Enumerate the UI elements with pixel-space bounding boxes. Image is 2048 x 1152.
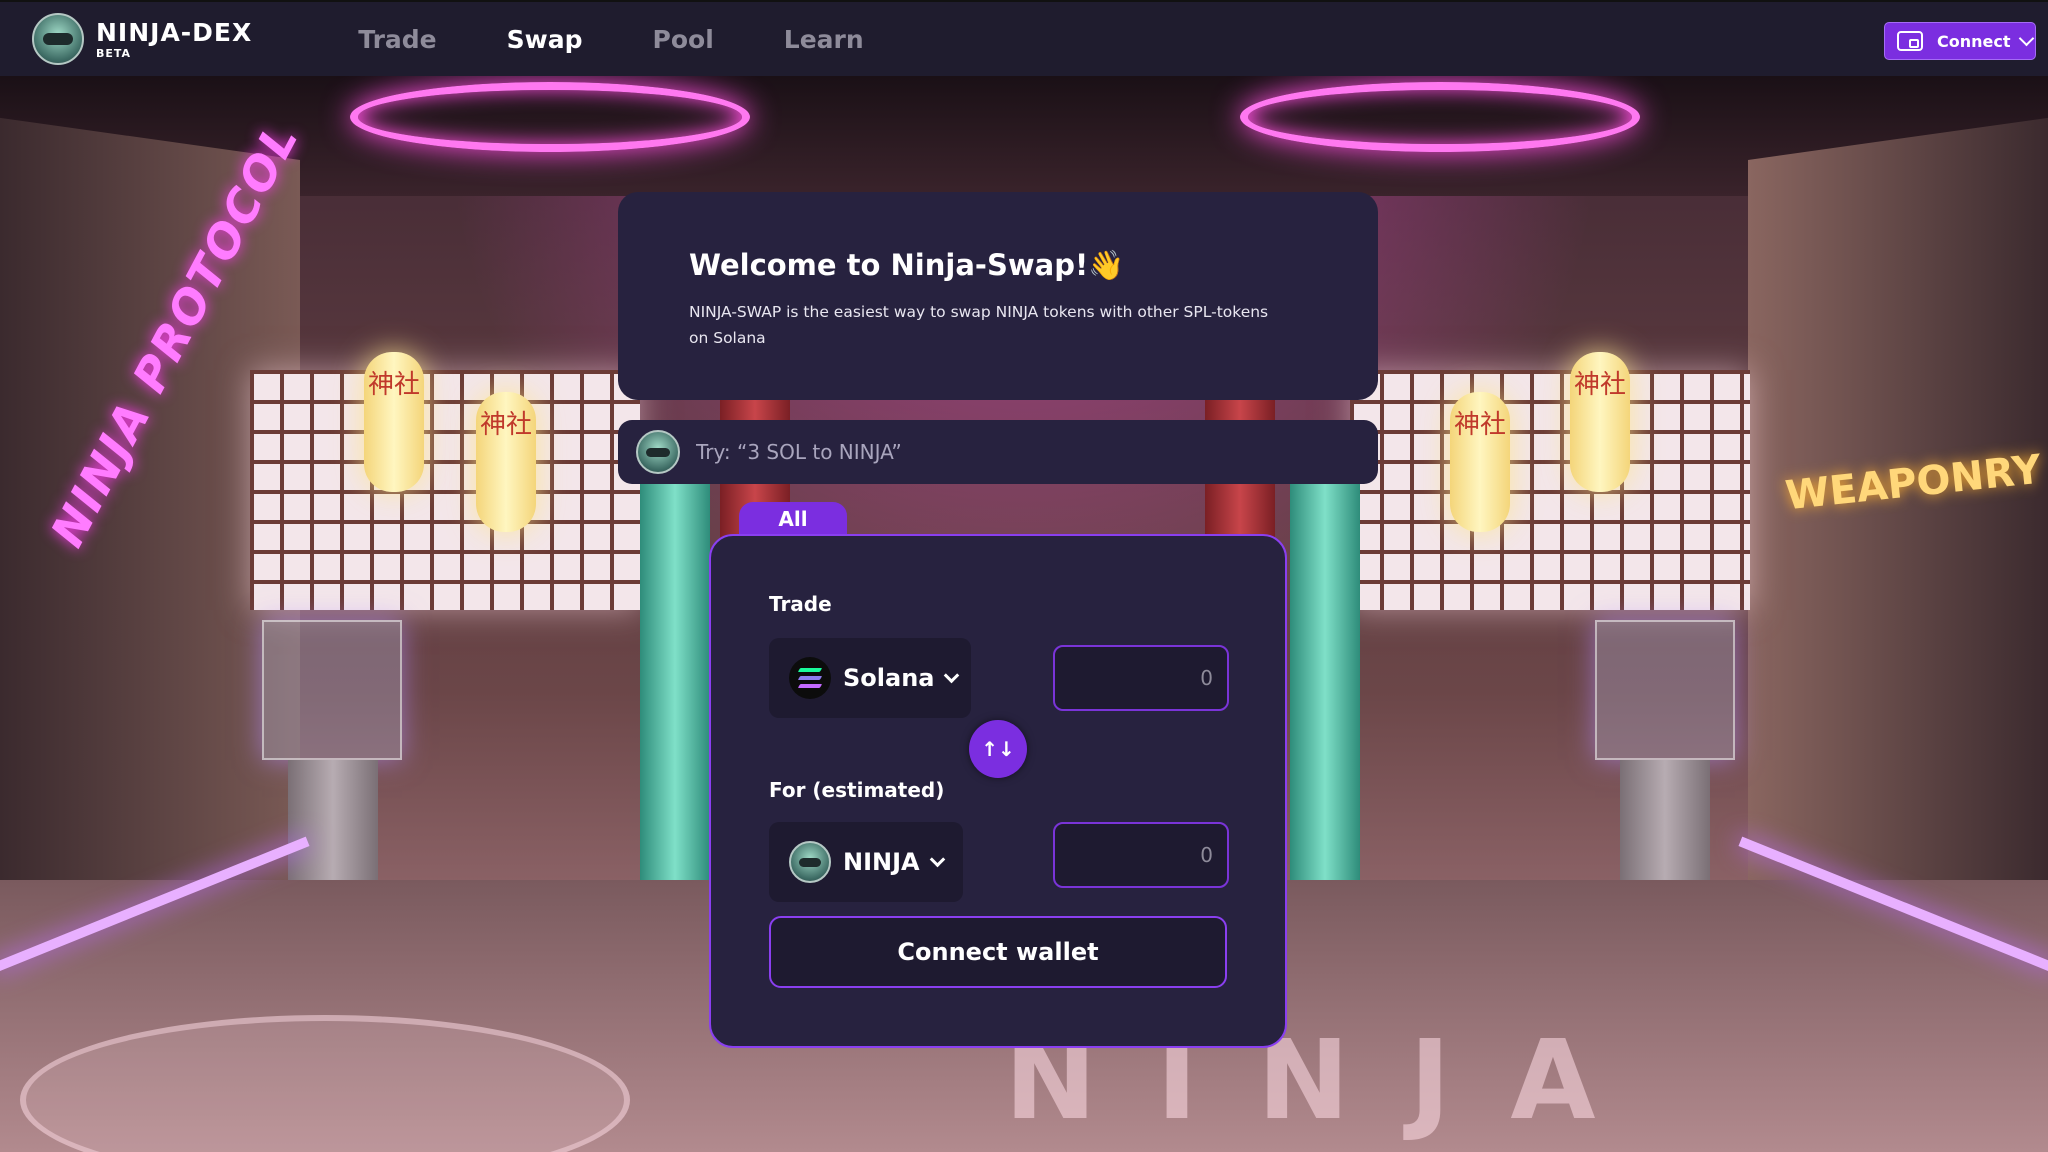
neon-ring-left: [350, 82, 750, 152]
lantern: 神社: [364, 352, 424, 492]
trade-label: Trade: [769, 592, 832, 616]
connect-label: Connect: [1937, 31, 2011, 51]
connect-button[interactable]: Connect: [1884, 22, 2036, 60]
floor-logo-text: NINJA: [1004, 1016, 1656, 1144]
tab-all[interactable]: All: [739, 502, 847, 538]
ninja-avatar-icon: [636, 430, 680, 474]
swap-direction-button[interactable]: ↑↓: [969, 720, 1027, 778]
nav-link-swap[interactable]: Swap: [507, 25, 583, 54]
search-bar: [618, 420, 1378, 484]
display-case-right: [1595, 620, 1735, 760]
to-token-name: NINJA: [843, 848, 920, 876]
to-token-selector[interactable]: NINJA: [769, 822, 963, 902]
nav-link-learn[interactable]: Learn: [784, 25, 864, 54]
shoji-panel-left: [250, 370, 640, 610]
swap-card: Trade Solana ↑↓ For (estimated) NINJA Co…: [709, 534, 1287, 1048]
wallet-icon: [1897, 31, 1923, 51]
neon-ring-right: [1240, 82, 1640, 152]
from-token-name: Solana: [843, 664, 935, 692]
ninja-token-icon: [789, 841, 831, 883]
for-estimated-label: For (estimated): [769, 778, 945, 802]
swap-arrows-icon: ↑↓: [981, 737, 1015, 761]
shoji-panel-right: [1350, 370, 1750, 610]
chevron-down-icon: [2018, 30, 2034, 46]
lantern-text: 神社: [1573, 370, 1626, 400]
from-token-selector[interactable]: Solana: [769, 638, 971, 718]
top-navbar: NINJA-DEX BETA Trade Swap Pool Learn Con…: [0, 0, 2048, 76]
welcome-title: Welcome to Ninja-Swap!👋: [689, 248, 1125, 282]
lantern-text: 神社: [367, 370, 420, 400]
brand[interactable]: NINJA-DEX BETA: [32, 13, 252, 65]
brand-text: NINJA-DEX BETA: [96, 20, 252, 59]
connect-wallet-button[interactable]: Connect wallet: [769, 916, 1227, 988]
nav-link-trade[interactable]: Trade: [358, 25, 436, 54]
ninja-logo-icon: [32, 13, 84, 65]
from-amount-input[interactable]: [1053, 645, 1229, 711]
lantern: 神社: [1570, 352, 1630, 492]
welcome-subtitle: NINJA-SWAP is the easiest way to swap NI…: [689, 303, 1269, 347]
chevron-down-icon: [929, 851, 945, 867]
right-wall: [1748, 117, 2048, 980]
teal-pillar-right: [1290, 470, 1360, 880]
nav-link-pool[interactable]: Pool: [653, 25, 714, 54]
lantern: 神社: [1450, 392, 1510, 532]
teal-pillar-left: [640, 470, 710, 880]
brand-name: NINJA-DEX: [96, 17, 253, 47]
lantern-text: 神社: [479, 410, 532, 440]
lantern: 神社: [476, 392, 536, 532]
welcome-card: Welcome to Ninja-Swap!👋 NINJA-SWAP is th…: [618, 192, 1378, 400]
to-amount-input[interactable]: [1053, 822, 1229, 888]
ceiling: [0, 76, 2048, 196]
lantern-text: 神社: [1453, 410, 1506, 440]
search-input[interactable]: [696, 440, 1336, 464]
solana-icon: [789, 657, 831, 699]
chevron-down-icon: [944, 667, 960, 683]
display-case-left: [262, 620, 402, 760]
nav-links: Trade Swap Pool Learn: [358, 25, 933, 54]
brand-badge: BETA: [96, 46, 132, 60]
